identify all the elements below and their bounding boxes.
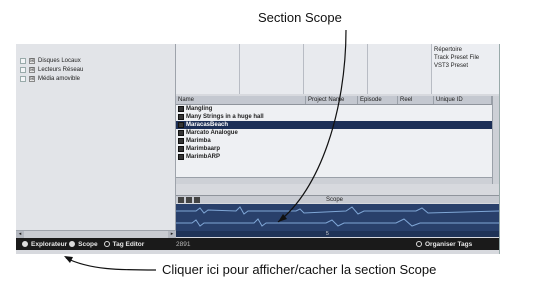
filter-columns: Répertoire Track Preset File VST3 Preset — [176, 44, 499, 94]
tree-item[interactable]: ⊞ Disques Locaux — [20, 56, 81, 65]
attribute-item[interactable]: Répertoire — [434, 46, 497, 54]
tree-item-label: Disques Locaux — [38, 57, 81, 64]
tag-editor-label: Tag Editor — [112, 240, 145, 248]
arrow-to-scope-toggle — [65, 257, 157, 271]
play-icon[interactable] — [178, 196, 184, 203]
explorer-label: Explorateur — [31, 240, 68, 248]
results-vertical-scrollbar[interactable] — [492, 96, 499, 184]
list-item[interactable]: Marimbaarp — [176, 145, 492, 153]
expand-icon[interactable]: ⊞ — [29, 75, 35, 82]
tree-item-label: Média amovible — [38, 75, 81, 82]
tree-item-label: Lecteurs Réseau — [38, 66, 84, 73]
preset-icon — [178, 122, 184, 128]
list-item-label: Many Strings in a huge hall — [186, 114, 264, 120]
list-item[interactable]: MaracasBeach — [176, 121, 492, 129]
list-item[interactable]: Marimba — [176, 137, 492, 145]
preset-icon — [178, 130, 184, 136]
results-list: Mangling Many Strings in a huge hall Marac… — [176, 105, 492, 177]
scope-toggle-label: Scope — [78, 240, 98, 248]
organiser-tags-label: Organiser Tags — [425, 240, 473, 248]
column-header-name[interactable]: Name — [176, 96, 306, 104]
arrowhead-scope-toggle — [64, 256, 73, 263]
preset-icon — [178, 154, 184, 160]
expand-icon[interactable]: ⊞ — [29, 66, 35, 73]
expand-icon[interactable]: ⊞ — [29, 57, 35, 64]
results-pane: Répertoire Track Preset File VST3 Preset… — [176, 44, 499, 238]
scroll-right-icon[interactable]: ▸ — [168, 231, 176, 238]
filter-column[interactable] — [176, 44, 240, 94]
radio-icon[interactable] — [69, 241, 76, 247]
organiser-tags-toggle[interactable]: Organiser Tags — [416, 241, 472, 248]
column-header-episode[interactable]: Episode — [358, 96, 398, 104]
scope-section-title: Scope — [326, 197, 344, 203]
checkbox[interactable] — [20, 57, 26, 64]
radio-icon[interactable] — [103, 241, 110, 247]
list-item[interactable]: Mangling — [176, 105, 492, 113]
tree-item[interactable]: ⊞ Lecteurs Réseau — [20, 65, 83, 74]
attribute-item[interactable]: Track Preset File — [434, 54, 497, 62]
list-item-label: Marimbaarp — [186, 146, 221, 152]
radio-icon[interactable] — [416, 241, 422, 247]
list-item[interactable]: Many Strings in a huge hall — [176, 113, 492, 121]
column-header-reel[interactable]: Reel — [398, 96, 434, 104]
list-item-label: MarimbARP — [186, 154, 221, 160]
filter-column[interactable] — [304, 44, 368, 94]
preset-icon — [178, 138, 184, 144]
results-horizontal-scrollbar[interactable] — [176, 177, 492, 184]
scope-section[interactable]: 5 — [176, 204, 499, 237]
figure: Section Scope ⊞ Disques Locaux ⊞ Lecteur… — [0, 0, 560, 294]
column-header-project-name[interactable]: Project Name — [306, 96, 358, 104]
results-list-header: Name Project Name Episode Reel Unique ID — [176, 96, 492, 105]
list-item-label: Mangling — [186, 106, 213, 112]
tree-item[interactable]: ⊞ Média amovible — [20, 74, 80, 83]
scroll-left-icon[interactable]: ◂ — [16, 231, 24, 238]
browser-tree-pane: ⊞ Disques Locaux ⊞ Lecteurs Réseau ⊞ Méd… — [16, 44, 176, 230]
scope-toggle[interactable]: Scope — [69, 241, 98, 248]
column-header-unique-id[interactable]: Unique ID — [434, 96, 492, 104]
preset-icon — [178, 106, 184, 112]
attribute-item[interactable]: VST3 Preset — [434, 62, 497, 70]
callout-toggle-scope: Cliquer ici pour afficher/cacher la sect… — [162, 262, 437, 277]
list-item[interactable]: MarimbARP — [176, 153, 492, 161]
loop-icon[interactable] — [194, 196, 200, 203]
waveform-track-2 — [176, 218, 499, 227]
list-item-label: Marcato Analogue — [186, 130, 238, 136]
result-counter: 2891 — [176, 240, 191, 248]
radio-icon[interactable] — [22, 241, 28, 247]
tag-editor-toggle[interactable]: Tag Editor — [103, 240, 145, 248]
preset-icon — [178, 114, 184, 120]
callout-section-scope: Section Scope — [258, 10, 342, 25]
stop-icon[interactable] — [186, 196, 192, 203]
checkbox[interactable] — [20, 75, 26, 82]
scope-ruler: 5 — [176, 231, 499, 237]
list-item-label: MaracasBeach — [186, 122, 229, 128]
waveform-display — [176, 206, 499, 227]
tree-horizontal-scrollbar[interactable]: ◂ ▸ — [16, 230, 176, 238]
mediabay-window: ⊞ Disques Locaux ⊞ Lecteurs Réseau ⊞ Méd… — [16, 44, 500, 254]
preset-icon — [178, 146, 184, 152]
explorer-toggle[interactable]: Explorateur — [22, 241, 67, 248]
filter-column[interactable] — [240, 44, 304, 94]
checkbox[interactable] — [20, 66, 26, 73]
list-item[interactable]: Marcato Analogue — [176, 129, 492, 137]
statusbar: Explorateur Scope Tag Editor 2891 Organi… — [16, 238, 499, 250]
waveform-track-1 — [176, 206, 499, 215]
filter-column[interactable] — [368, 44, 432, 94]
list-item-label: Marimba — [186, 138, 211, 144]
attribute-column[interactable]: Répertoire Track Preset File VST3 Preset — [432, 44, 499, 94]
scope-toolbar: Scope — [176, 195, 499, 203]
